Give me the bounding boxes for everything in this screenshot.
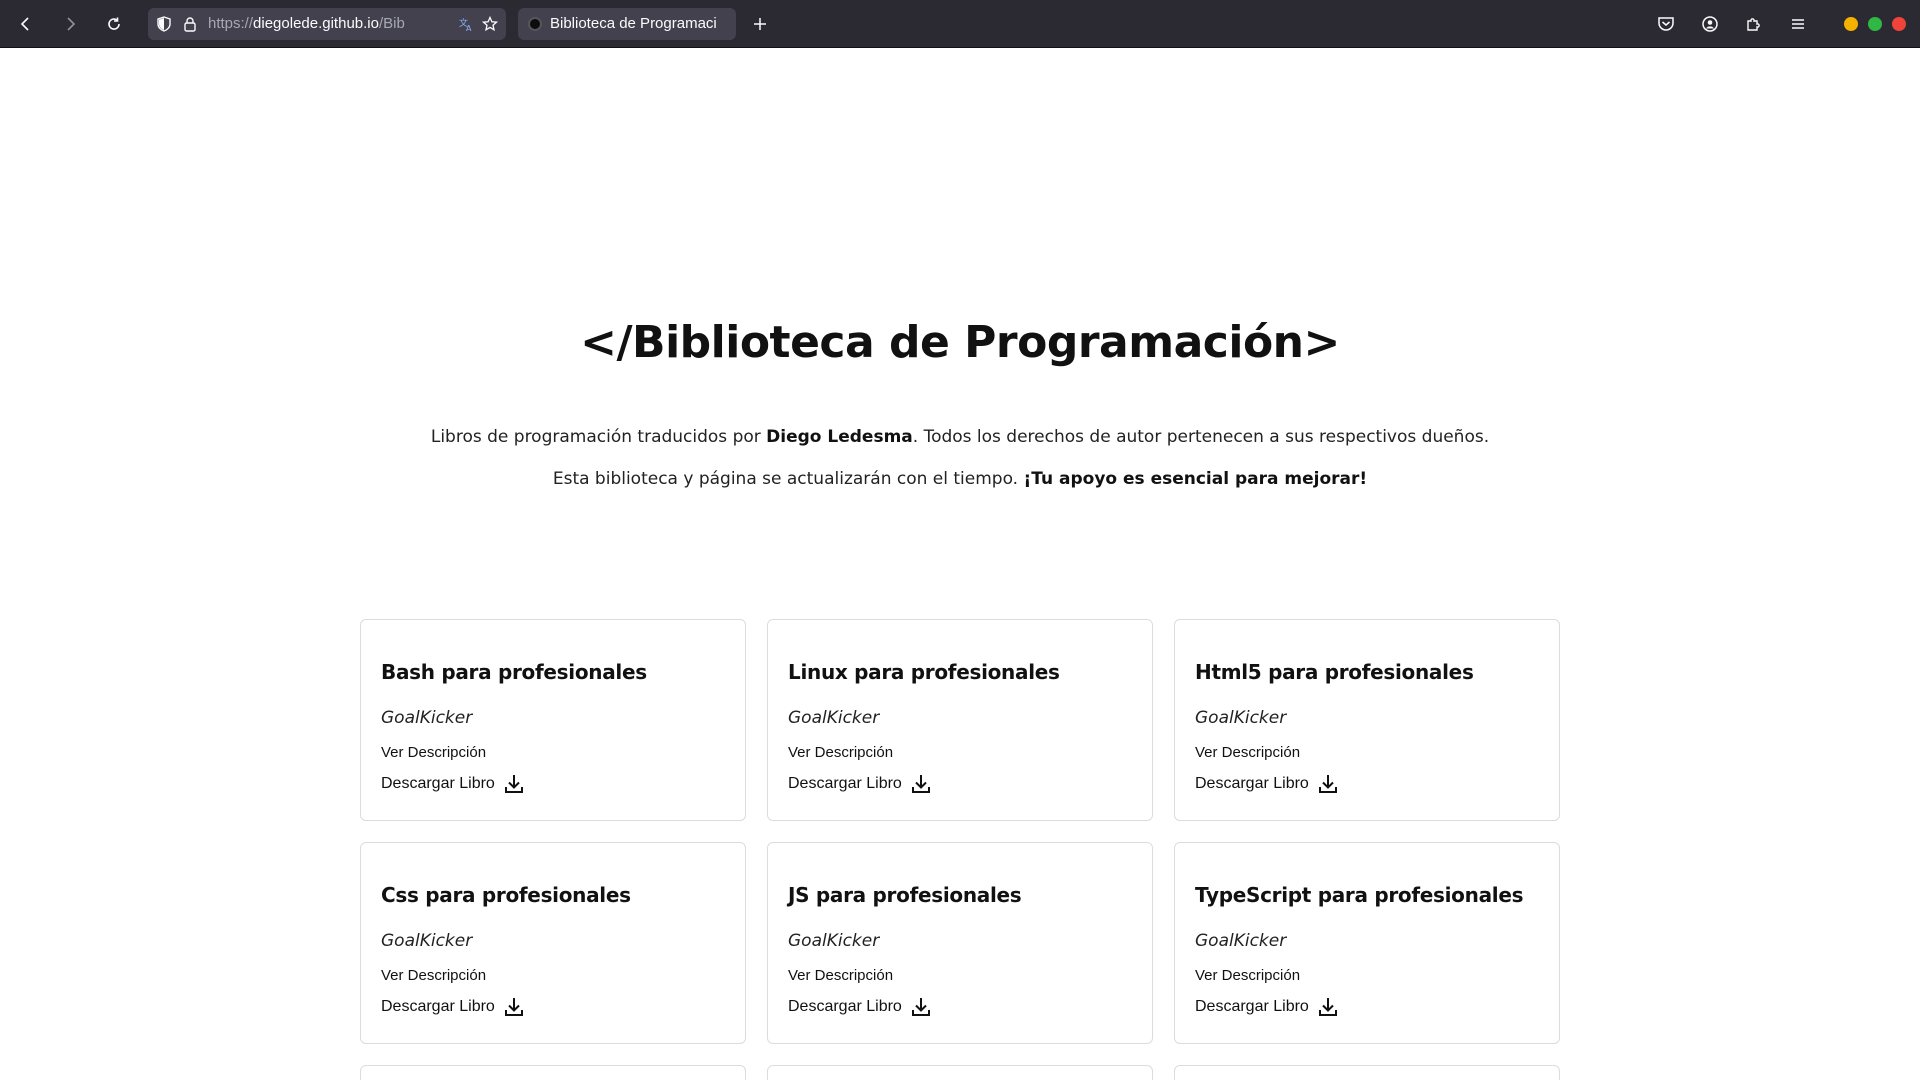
extensions-button[interactable] xyxy=(1740,10,1768,38)
book-card: Html5 para profesionales GoalKicker Ver … xyxy=(1174,619,1560,821)
lock-icon[interactable] xyxy=(182,16,198,32)
book-grid: Bash para profesionales GoalKicker Ver D… xyxy=(360,619,1560,1080)
download-label: Descargar Libro xyxy=(788,998,902,1015)
book-title: Bash para profesionales xyxy=(381,660,647,684)
download-icon[interactable] xyxy=(1317,773,1339,795)
tab-biblioteca[interactable]: Biblioteca de Programaci xyxy=(518,7,736,40)
book-author: GoalKicker xyxy=(381,708,473,728)
view-description-link[interactable]: Ver Descripción xyxy=(788,967,1132,984)
window-controls xyxy=(1834,16,1906,31)
download-book-link[interactable]: Descargar Libro xyxy=(788,773,1132,795)
download-icon[interactable] xyxy=(503,773,525,795)
url-domain: diegolede.github.io xyxy=(253,15,379,32)
book-author: GoalKicker xyxy=(788,931,880,951)
forward-button[interactable] xyxy=(52,6,88,42)
puzzle-icon xyxy=(1747,17,1760,31)
close-button[interactable] xyxy=(1892,16,1906,31)
download-icon[interactable] xyxy=(1317,996,1339,1018)
book-title: Html5 para profesionales xyxy=(1195,660,1474,684)
shield-icon[interactable] xyxy=(156,15,172,32)
translator-name: Diego Ledesma xyxy=(766,427,913,447)
account-button[interactable] xyxy=(1696,10,1724,38)
download-book-link[interactable]: Descargar Libro xyxy=(788,996,1132,1018)
reload-icon xyxy=(108,17,120,30)
download-label: Descargar Libro xyxy=(1195,775,1309,792)
download-label: Descargar Libro xyxy=(788,775,902,792)
forward-arrow-icon xyxy=(67,16,76,31)
book-author: GoalKicker xyxy=(1195,931,1287,951)
book-title: JS para profesionales xyxy=(788,883,1022,907)
download-book-link[interactable]: Descargar Libro xyxy=(381,996,725,1018)
view-description-link[interactable]: Ver Descripción xyxy=(381,744,725,761)
back-arrow-icon xyxy=(20,16,29,31)
intro-line-2: Esta biblioteca y página se actualizarán… xyxy=(0,469,1920,489)
book-card: Css para profesionales GoalKicker Ver De… xyxy=(360,842,746,1044)
view-description-link[interactable]: Ver Descripción xyxy=(1195,744,1539,761)
download-icon[interactable] xyxy=(910,996,932,1018)
account-icon xyxy=(1702,15,1718,32)
pocket-button[interactable] xyxy=(1652,10,1680,38)
minimize-button[interactable] xyxy=(1844,16,1858,31)
intro-2-text: Esta biblioteca y página se actualizarán… xyxy=(552,469,1024,489)
book-card-partial xyxy=(360,1065,746,1080)
book-author: GoalKicker xyxy=(788,708,880,728)
url-path: /Bib xyxy=(378,15,405,32)
page-title: </Biblioteca de Programación> xyxy=(580,317,1340,368)
book-card-partial xyxy=(767,1065,1153,1080)
view-description-link[interactable]: Ver Descripción xyxy=(788,744,1132,761)
url-text[interactable]: https://diegolede.github.io/Bib xyxy=(208,15,450,32)
book-card: Bash para profesionales GoalKicker Ver D… xyxy=(360,619,746,821)
download-label: Descargar Libro xyxy=(381,775,495,792)
book-title: Css para profesionales xyxy=(381,883,631,907)
toolbar-right xyxy=(1636,10,1920,38)
address-bar[interactable]: https://diegolede.github.io/Bib 文A xyxy=(148,7,506,40)
download-label: Descargar Libro xyxy=(1195,998,1309,1015)
svg-text:A: A xyxy=(466,24,472,32)
intro-line-1: Libros de programación traducidos por Di… xyxy=(0,427,1920,447)
url-scheme: https:// xyxy=(208,15,254,32)
book-card: JS para profesionales GoalKicker Ver Des… xyxy=(767,842,1153,1044)
hamburger-menu-icon xyxy=(1792,18,1804,29)
download-book-link[interactable]: Descargar Libro xyxy=(1195,996,1539,1018)
book-title: Linux para profesionales xyxy=(788,660,1060,684)
site-favicon-icon xyxy=(528,16,542,31)
translate-icon[interactable]: 文A xyxy=(458,16,474,32)
download-icon[interactable] xyxy=(910,773,932,795)
intro-1-text: Libros de programación traducidos por xyxy=(430,427,767,447)
menu-button[interactable] xyxy=(1784,10,1812,38)
download-book-link[interactable]: Descargar Libro xyxy=(1195,773,1539,795)
support-callout: ¡Tu apoyo es esencial para mejorar! xyxy=(1023,469,1368,489)
bookmark-star-icon[interactable] xyxy=(482,15,498,32)
new-tab-button[interactable] xyxy=(746,10,774,38)
download-icon[interactable] xyxy=(503,996,525,1018)
view-description-link[interactable]: Ver Descripción xyxy=(1195,967,1539,984)
reload-button[interactable] xyxy=(96,6,132,42)
view-description-link[interactable]: Ver Descripción xyxy=(381,967,725,984)
book-card: Linux para profesionales GoalKicker Ver … xyxy=(767,619,1153,821)
page-content: </Biblioteca de Programación> Libros de … xyxy=(0,49,1920,1080)
browser-toolbar: https://diegolede.github.io/Bib 文A Bibli… xyxy=(0,0,1920,48)
maximize-button[interactable] xyxy=(1868,16,1882,31)
download-label: Descargar Libro xyxy=(381,998,495,1015)
book-card: TypeScript para profesionales GoalKicker… xyxy=(1174,842,1560,1044)
download-book-link[interactable]: Descargar Libro xyxy=(381,773,725,795)
book-title: TypeScript para profesionales xyxy=(1195,883,1524,907)
book-card-partial xyxy=(1174,1065,1560,1080)
pocket-icon xyxy=(1658,16,1674,31)
tab-title: Biblioteca de Programaci xyxy=(550,15,717,32)
book-author: GoalKicker xyxy=(1195,708,1287,728)
plus-icon xyxy=(754,17,766,30)
intro-1-rest: . Todos los derechos de autor pertenecen… xyxy=(912,427,1490,447)
back-button[interactable] xyxy=(8,6,44,42)
book-author: GoalKicker xyxy=(381,931,473,951)
